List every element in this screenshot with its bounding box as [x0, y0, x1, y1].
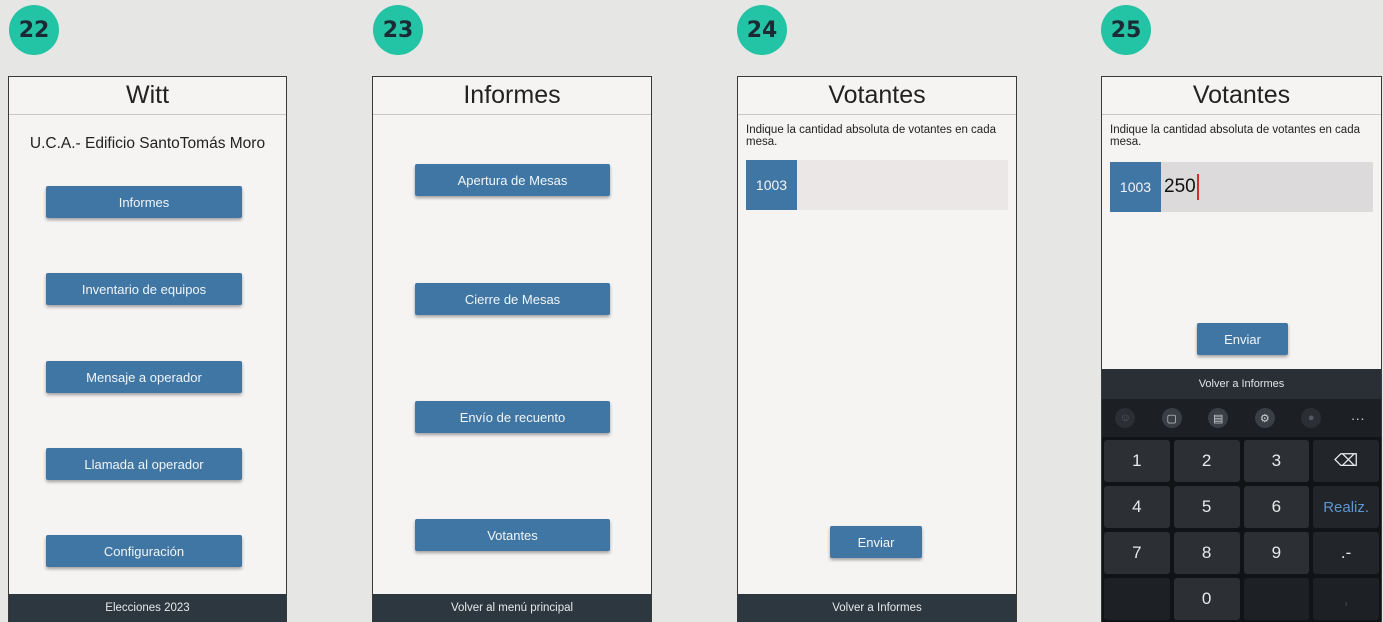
- screen-votantes-keyboard: Votantes Indique la cantidad absoluta de…: [1101, 76, 1382, 622]
- footer-bar: Elecciones 2023: [9, 594, 286, 622]
- votantes-button[interactable]: Votantes: [415, 519, 610, 551]
- page-title: Informes: [373, 77, 651, 115]
- key-blank: [1243, 578, 1310, 620]
- key-3[interactable]: 3: [1243, 440, 1310, 482]
- votantes-input[interactable]: 250: [1164, 162, 1199, 212]
- votantes-input-value: 250: [1164, 176, 1196, 197]
- screen-informes: Informes Apertura de Mesas Cierre de Mes…: [372, 76, 652, 622]
- text-caret: [1196, 174, 1199, 200]
- envio-recuento-button[interactable]: Envío de recuento: [415, 401, 610, 433]
- backspace-icon[interactable]: ⌫: [1313, 440, 1379, 482]
- screen-votantes-empty: Votantes Indique la cantidad absoluta de…: [737, 76, 1017, 622]
- clipboard-icon[interactable]: ▢: [1161, 408, 1182, 428]
- settings-icon[interactable]: ⚙: [1254, 408, 1275, 428]
- key-dot-dash[interactable]: .-: [1313, 532, 1379, 574]
- step-badge-23: 23: [373, 5, 423, 55]
- key-6[interactable]: 6: [1243, 486, 1310, 528]
- key-4[interactable]: 4: [1104, 486, 1170, 528]
- key-0[interactable]: 0: [1173, 578, 1240, 620]
- instruction-text: Indique la cantidad absoluta de votantes…: [746, 124, 996, 148]
- screen-main-menu: Witt U.C.A.- Edificio SantoTomás Moro In…: [8, 76, 287, 622]
- numeric-keypad: 1 2 3 ⌫ 4 5 6 Realiz. 7 8 9 .- 0 ,: [1102, 437, 1381, 622]
- enviar-button[interactable]: Enviar: [830, 526, 922, 558]
- step-badge-22: 22: [9, 5, 59, 55]
- back-to-informes-link[interactable]: Volver a Informes: [738, 594, 1016, 622]
- key-7[interactable]: 7: [1104, 532, 1170, 574]
- inventario-button[interactable]: Inventario de equipos: [46, 273, 242, 305]
- llamada-operador-button[interactable]: Llamada al operador: [46, 448, 242, 480]
- mesa-number-label: 1003: [746, 160, 797, 210]
- key-9[interactable]: 9: [1243, 532, 1310, 574]
- mensaje-operador-button[interactable]: Mensaje a operador: [46, 361, 242, 393]
- page-title: Votantes: [738, 77, 1016, 115]
- more-icon[interactable]: ···: [1348, 408, 1368, 428]
- location-label: U.C.A.- Edificio SantoTomás Moro: [29, 135, 266, 152]
- enviar-button[interactable]: Enviar: [1197, 323, 1288, 355]
- configuracion-button[interactable]: Configuración: [46, 535, 242, 567]
- key-comma[interactable]: ,: [1313, 578, 1379, 620]
- votantes-input-row[interactable]: 1003 250: [1110, 162, 1373, 212]
- key-2[interactable]: 2: [1173, 440, 1240, 482]
- done-key[interactable]: Realiz.: [1313, 486, 1379, 528]
- page-title: Witt: [9, 77, 286, 115]
- cierre-mesas-button[interactable]: Cierre de Mesas: [415, 283, 610, 315]
- key-1[interactable]: 1: [1104, 440, 1170, 482]
- informes-button[interactable]: Informes: [46, 186, 242, 218]
- votantes-input-row[interactable]: 1003: [746, 160, 1008, 210]
- back-to-informes-link[interactable]: Volver a Informes: [1102, 369, 1381, 399]
- mic-icon[interactable]: ●: [1301, 408, 1322, 428]
- instruction-text: Indique la cantidad absoluta de votantes…: [1110, 124, 1360, 148]
- key-8[interactable]: 8: [1173, 532, 1240, 574]
- back-to-main-link[interactable]: Volver al menú principal: [373, 594, 651, 622]
- keyboard-toolbar: ☺ ▢ ▤ ⚙ ● ···: [1102, 399, 1381, 437]
- key-5[interactable]: 5: [1173, 486, 1240, 528]
- emoji-icon[interactable]: ☺: [1115, 408, 1136, 428]
- step-badge-24: 24: [737, 5, 787, 55]
- mesa-number-label: 1003: [1110, 162, 1161, 212]
- notes-icon[interactable]: ▤: [1208, 408, 1229, 428]
- apertura-mesas-button[interactable]: Apertura de Mesas: [415, 164, 610, 196]
- page-title: Votantes: [1102, 77, 1381, 115]
- key-blank: [1104, 578, 1170, 620]
- step-badge-25: 25: [1101, 5, 1151, 55]
